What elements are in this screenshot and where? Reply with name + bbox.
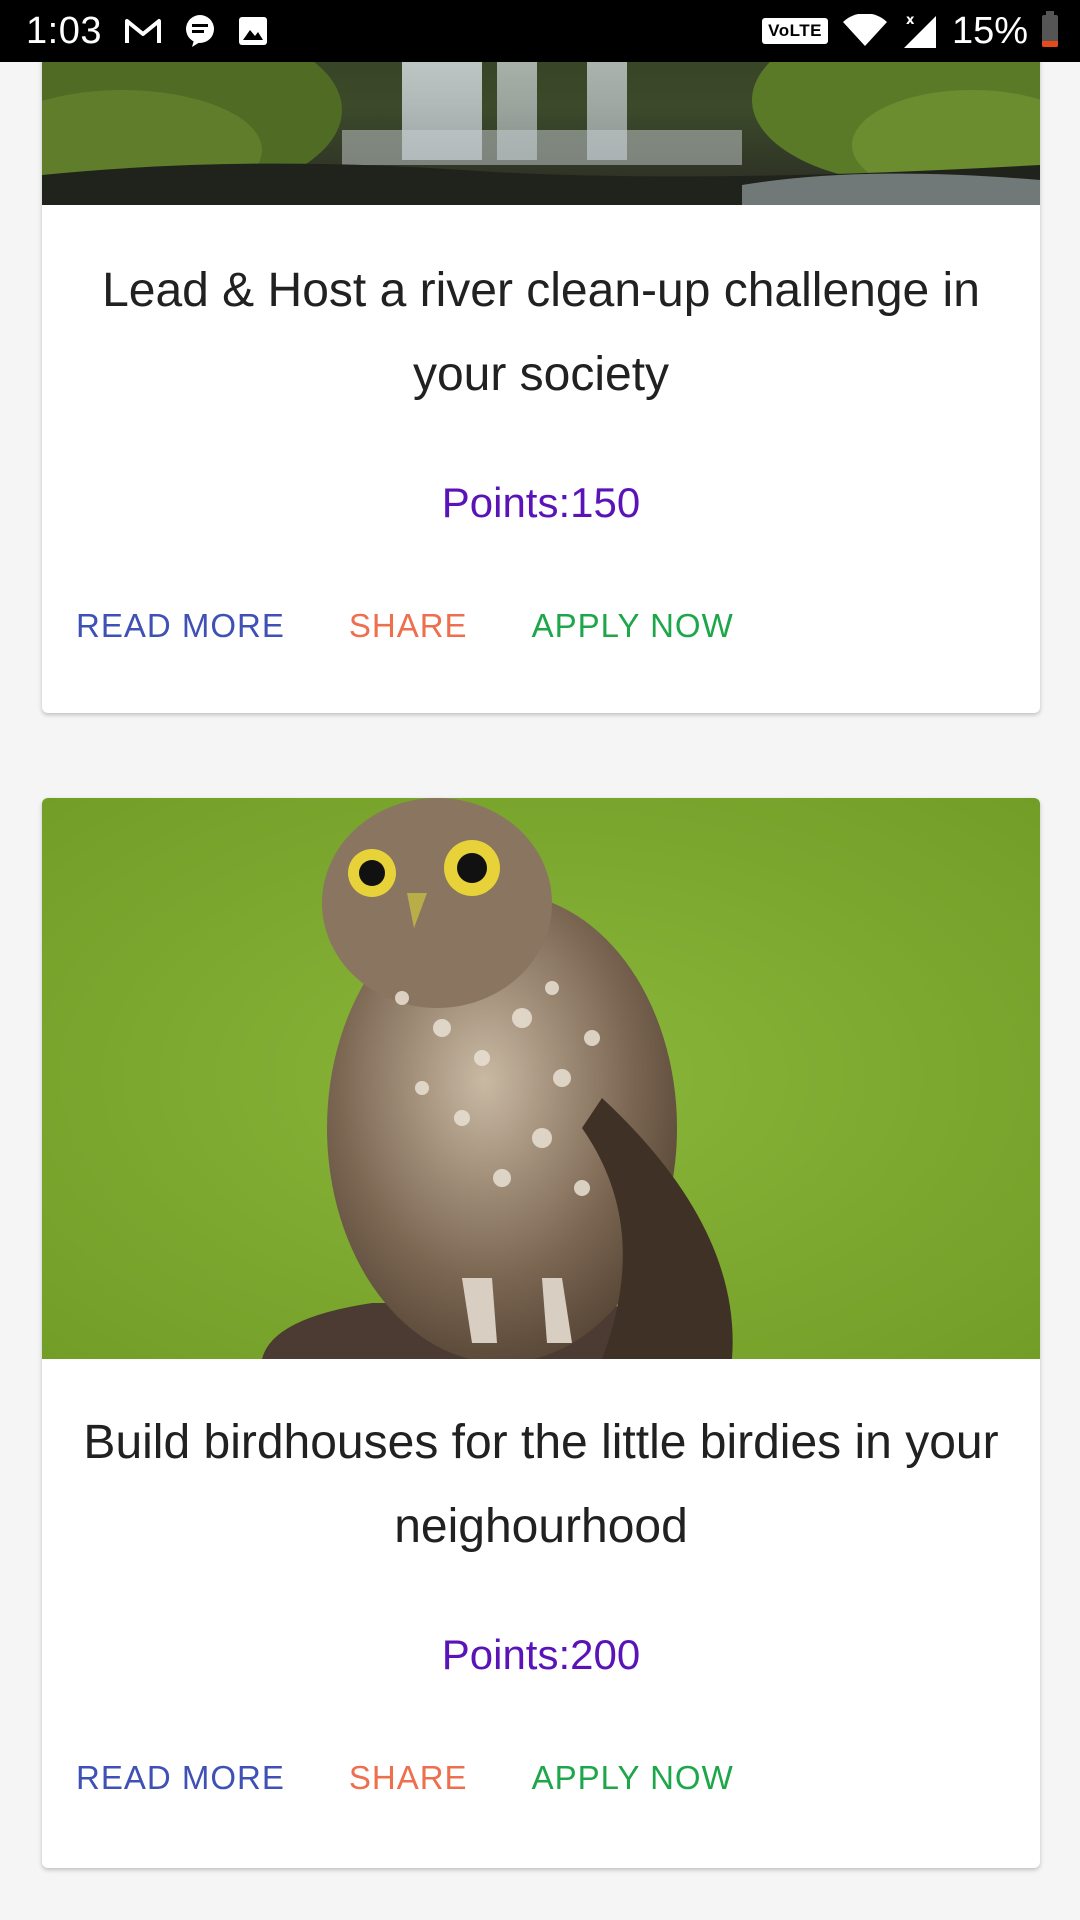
status-bar-right: VoLTE x 15% — [762, 0, 1058, 62]
cell-signal-icon: x — [902, 12, 938, 50]
battery-percent: 15% — [951, 9, 1028, 52]
app-screen: 1:03 VoLTE x 15% Lead & Host a river cle… — [0, 0, 1080, 1920]
challenge-title: Lead & Host a river clean-up challenge i… — [102, 264, 980, 401]
image-icon — [238, 16, 268, 46]
gmail-icon — [124, 16, 162, 46]
challenge-card: Lead & Host a river clean-up challenge i… — [42, 0, 1040, 713]
challenge-card: Build birdhouses for the little birdies … — [42, 798, 1040, 1868]
card-actions: READ MORE SHARE APPLY NOW — [42, 1759, 1040, 1797]
apply-now-button[interactable]: APPLY NOW — [532, 1759, 766, 1797]
wifi-icon — [842, 14, 888, 48]
messaging-icon — [184, 14, 216, 48]
challenge-title: Build birdhouses for the little birdies … — [83, 1416, 999, 1553]
read-more-button[interactable]: READ MORE — [76, 1759, 317, 1797]
read-more-button[interactable]: READ MORE — [76, 607, 317, 645]
share-button[interactable]: SHARE — [349, 1759, 500, 1797]
volte-badge: VoLTE — [762, 18, 828, 44]
battery-icon — [1042, 11, 1058, 47]
share-button[interactable]: SHARE — [349, 607, 500, 645]
card-actions: READ MORE SHARE APPLY NOW — [42, 607, 1040, 645]
owl-image — [42, 798, 1040, 1359]
status-bar: 1:03 VoLTE x 15% — [0, 0, 1080, 62]
svg-text:x: x — [906, 13, 915, 28]
status-bar-left: 1:03 — [0, 10, 268, 53]
challenge-points: Points:150 — [441, 479, 641, 526]
status-time: 1:03 — [26, 9, 102, 52]
challenge-points: Points:200 — [441, 1631, 641, 1678]
apply-now-button[interactable]: APPLY NOW — [532, 607, 766, 645]
